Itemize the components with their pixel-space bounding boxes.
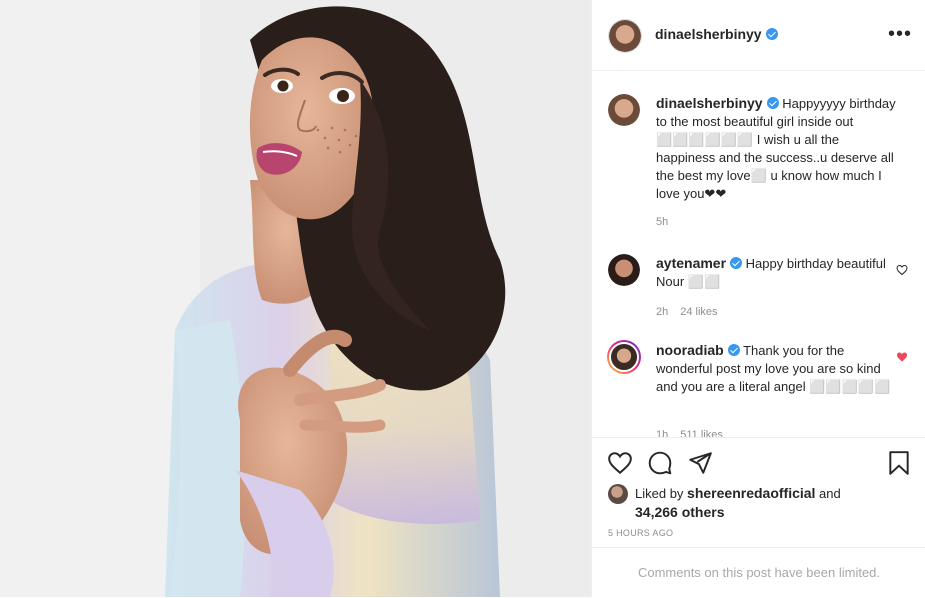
paper-plane-icon[interactable]: [687, 450, 713, 476]
comment-like-heart-icon[interactable]: [896, 264, 908, 276]
post-photo[interactable]: [0, 0, 591, 597]
liked-by-text: Liked by shereenredaofficial and 34,266 …: [635, 484, 895, 521]
comment-bubble-icon[interactable]: [647, 450, 673, 476]
comment-meta: 1h 511 likes: [656, 429, 735, 437]
author-username-row: dinaelsherbinyy: [655, 26, 778, 44]
caption-text-block: dinaelsherbinyy Happyyyyy birthday to th…: [656, 94, 896, 203]
comment-time[interactable]: 1h: [656, 429, 668, 437]
liked-by-suffix: and: [815, 486, 841, 501]
comment-meta: 2h 24 likes: [656, 306, 730, 318]
comment-likes[interactable]: 24 likes: [680, 306, 717, 318]
commenter-avatar[interactable]: [608, 254, 640, 286]
caption-avatar[interactable]: [608, 94, 640, 126]
comment-username[interactable]: nooradiab: [656, 342, 724, 358]
caption: dinaelsherbinyy Happyyyyy birthday to th…: [608, 94, 908, 234]
verified-badge-icon: [765, 28, 778, 40]
verified-badge-icon: [766, 97, 779, 109]
author-avatar[interactable]: [608, 19, 642, 53]
heart-outline-icon[interactable]: [607, 450, 633, 476]
liked-by-user[interactable]: shereenredaofficial: [687, 485, 815, 501]
post-header: dinaelsherbinyy •••: [592, 0, 925, 71]
post-side-panel: dinaelsherbinyy ••• dinaelsherbinyy Happ…: [591, 0, 925, 597]
comments-list[interactable]: dinaelsherbinyy Happyyyyy birthday to th…: [592, 71, 925, 437]
verified-badge-icon: [727, 344, 740, 356]
author-username[interactable]: dinaelsherbinyy: [655, 26, 762, 42]
comment-liked-heart-icon[interactable]: [896, 351, 908, 363]
post-actions: Liked by shereenredaofficial and 34,266 …: [592, 437, 925, 547]
liked-by-prefix: Liked by: [635, 486, 688, 501]
post-timestamp[interactable]: 5 HOURS AGO: [608, 528, 673, 538]
liked-by-count[interactable]: 34,266 others: [635, 503, 895, 521]
comment-item: aytenamer Happy birthday beautiful Nour …: [608, 254, 908, 324]
caption-username[interactable]: dinaelsherbinyy: [656, 95, 763, 111]
caption-time[interactable]: 5h: [656, 216, 668, 228]
more-options-icon[interactable]: •••: [888, 24, 912, 44]
portrait-illustration: [0, 0, 591, 597]
verified-badge-icon: [730, 257, 743, 269]
comment-likes[interactable]: 511 likes: [680, 429, 723, 437]
comment-item: nooradiab Thank you for the wonderful po…: [607, 340, 908, 437]
caption-text: Happyyyyy birthday to the most beautiful…: [656, 96, 896, 201]
comments-limited-notice: Comments on this post have been limited.: [592, 547, 925, 597]
commenter-avatar-story-ring[interactable]: [607, 340, 641, 374]
comment-username[interactable]: aytenamer: [656, 255, 726, 271]
comment-text-block: nooradiab Thank you for the wonderful po…: [656, 341, 896, 396]
comment-time[interactable]: 2h: [656, 306, 668, 318]
liker-avatar[interactable]: [608, 484, 628, 504]
bookmark-icon[interactable]: [886, 450, 912, 476]
comment-text-block: aytenamer Happy birthday beautiful Nour …: [656, 254, 896, 291]
post-dialog: dinaelsherbinyy ••• dinaelsherbinyy Happ…: [0, 0, 925, 597]
caption-meta: 5h: [656, 216, 680, 228]
